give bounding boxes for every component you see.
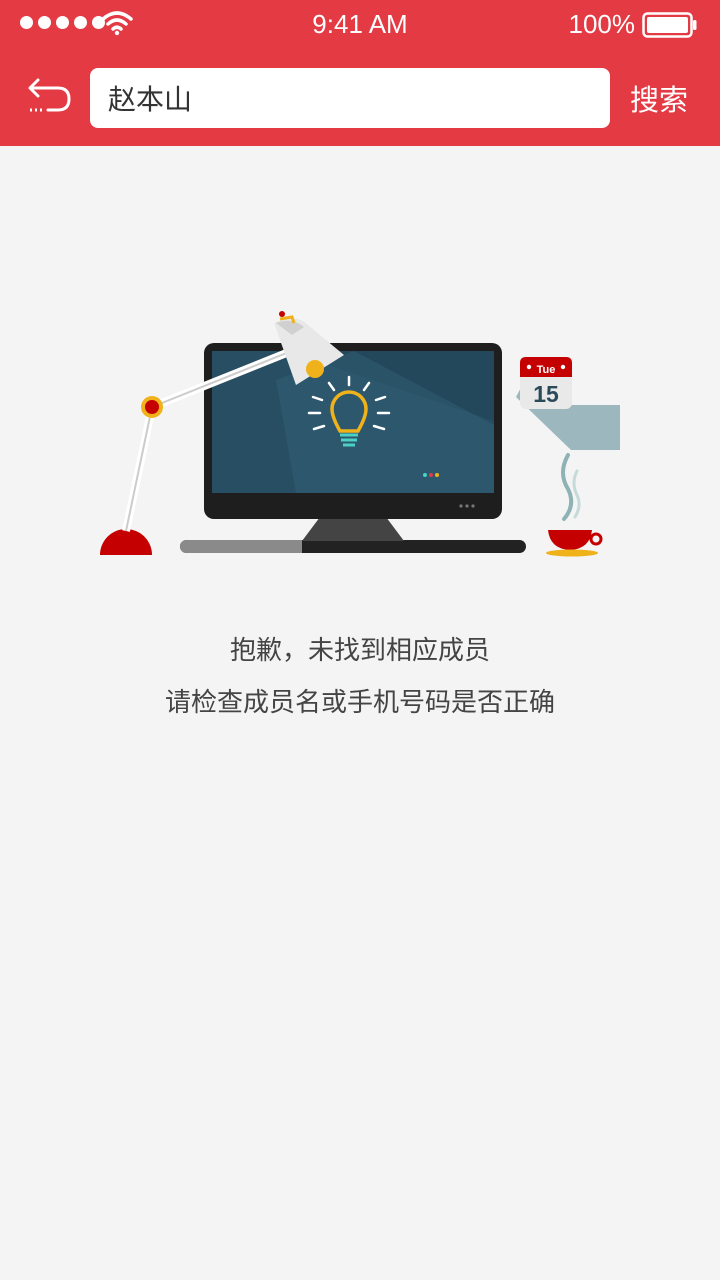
back-arrow-icon — [28, 78, 71, 112]
search-button[interactable]: 搜索 — [630, 77, 688, 119]
search-box[interactable] — [90, 68, 610, 128]
status-bar: 9:41 AM 100% — [0, 0, 720, 50]
calendar-date: 15 — [533, 381, 559, 407]
back-button[interactable] — [26, 74, 74, 118]
header-bar: 9:41 AM 100% 搜索 — [0, 0, 720, 146]
battery-icon — [642, 12, 697, 38]
empty-state-title: 抱歉，未找到相应成员 — [229, 636, 490, 666]
empty-state-hint: 请检查成员名或手机号码是否正确 — [164, 688, 555, 718]
search-input[interactable] — [108, 81, 592, 115]
calendar-day: Tue — [537, 364, 556, 376]
battery-percent: 100% — [568, 9, 636, 39]
empty-state-illustration: Tue 15 — [100, 311, 620, 557]
